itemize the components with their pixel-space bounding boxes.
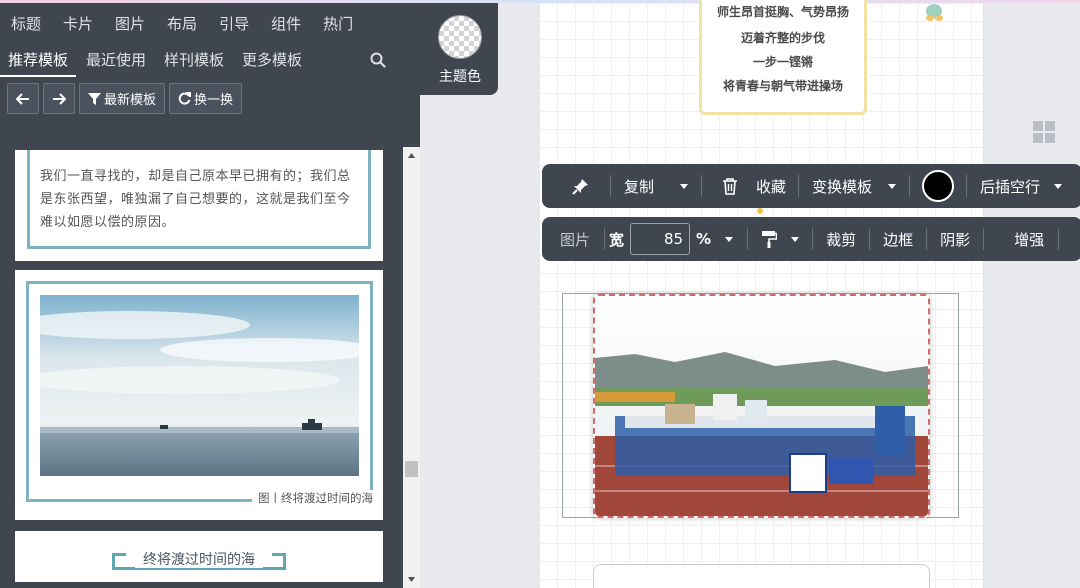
arrow-right-icon [53, 92, 66, 105]
tab-guide[interactable]: 引导 [208, 11, 260, 39]
pin-button[interactable] [542, 164, 610, 208]
image-label: 图片 [560, 230, 591, 249]
forward-button[interactable] [43, 83, 75, 114]
enhance-button[interactable]: 增强 [984, 217, 1058, 261]
crop-button[interactable]: 裁剪 [813, 217, 869, 261]
latest-templates-label: 最新模板 [104, 93, 157, 108]
shadow-label: 阴影 [940, 230, 971, 249]
template-list: 我们一直寻找的，却是自己原本早已拥有的；我们总是东张西望，唯独漏了自己想要的，这… [0, 150, 420, 588]
chevron-down-icon[interactable] [680, 183, 689, 189]
chevron-down-icon[interactable] [888, 183, 897, 189]
refresh-icon [178, 92, 192, 105]
paint-roller-icon [762, 231, 778, 248]
template-card-image[interactable]: 图丨终将渡过时间的海 [15, 270, 383, 520]
filter-icon [88, 92, 101, 105]
width-unit: % [696, 230, 712, 248]
scroll-down-arrow-icon[interactable] [403, 571, 420, 588]
width-label: 宽 [609, 230, 625, 249]
scroll-thumb[interactable] [405, 461, 418, 477]
title-card-text-wrap: 终将渡过时间的海 [15, 549, 383, 569]
image-label-wrap: 图片 [542, 217, 592, 261]
template-card-title[interactable]: 终将渡过时间的海 [15, 531, 383, 582]
tab-component[interactable]: 组件 [260, 11, 312, 39]
enhance-label: 增强 [1014, 230, 1045, 249]
separator [1058, 228, 1060, 250]
favorite-label: 收藏 [756, 177, 787, 196]
decor-dot [757, 208, 763, 214]
sub-tabs: 推荐模板 最近使用 样刊模板 更多模板 [0, 47, 312, 77]
copy-button[interactable]: 复制 [611, 164, 701, 208]
width-input[interactable] [630, 223, 691, 255]
border-label: 边框 [883, 230, 914, 249]
theme-color-control[interactable]: 主题色 [430, 15, 490, 86]
template-panel: 标题 卡片 图片 布局 引导 组件 热门 推荐模板 最近使用 样刊模板 更多模板… [0, 3, 498, 588]
template-text: 我们一直寻找的，却是自己原本早已拥有的；我们总是东张西望，唯独漏了自己想要的，这… [40, 169, 351, 230]
tab-recently-used[interactable]: 最近使用 [78, 47, 154, 77]
border-button[interactable]: 边框 [870, 217, 926, 261]
image-caption: 图丨终将渡过时间的海 [252, 490, 373, 506]
poem-line: 迈着齐整的步伐 [740, 31, 825, 45]
insert-after-label: 后插空行 [980, 177, 1041, 196]
shadow-button[interactable]: 阴影 [927, 217, 983, 261]
search-icon[interactable] [369, 51, 387, 69]
back-button[interactable] [7, 83, 39, 114]
tab-hot[interactable]: 热门 [312, 11, 364, 39]
width-control: 宽 % [605, 217, 734, 261]
poem-line: 将青春与朝气带进操场 [722, 79, 843, 93]
pin-icon [572, 179, 588, 195]
latest-templates-button[interactable]: 最新模板 [79, 83, 166, 114]
template-toolbar: 最新模板 换一换 [7, 83, 243, 114]
tab-title[interactable]: 标题 [0, 11, 52, 39]
editor-canvas[interactable]: 师生昂首挺胸、气势昂扬 迈着齐整的步伐 一步一铿锵 将青春与朝气带进操场 方阵 [538, 0, 984, 588]
theme-color-swatch[interactable] [438, 15, 482, 59]
copy-label: 复制 [624, 177, 655, 196]
selected-image[interactable] [593, 294, 930, 518]
delete-button[interactable] [702, 164, 748, 208]
format-painter-button[interactable] [748, 217, 812, 261]
switch-template-button[interactable]: 变换模板 [799, 164, 909, 208]
theme-color-label: 主题色 [439, 69, 481, 85]
block-toolbar: 复制 收藏 变换模板 后插空行 [542, 164, 1080, 208]
tab-more-templates[interactable]: 更多模板 [234, 47, 310, 77]
shuffle-button[interactable]: 换一换 [169, 83, 243, 114]
next-image-block[interactable] [593, 564, 930, 588]
chevron-down-icon[interactable] [791, 236, 800, 242]
current-color-swatch[interactable] [922, 170, 955, 202]
image-toolbar: 图片 宽 % 裁剪 边框 阴影 增强 [542, 217, 1080, 261]
scroll-up-arrow-icon[interactable] [403, 147, 420, 164]
mascot-sticker [926, 4, 943, 21]
template-card-text[interactable]: 我们一直寻找的，却是自己原本早已拥有的；我们总是东张西望，唯独漏了自己想要的，这… [15, 150, 383, 261]
panel-header: 标题 卡片 图片 布局 引导 组件 热门 推荐模板 最近使用 样刊模板 更多模板… [0, 3, 498, 95]
tab-image[interactable]: 图片 [104, 11, 156, 39]
poem-line: 一步一铿锵 [752, 55, 813, 69]
tab-sample-templates[interactable]: 样刊模板 [156, 47, 232, 77]
favorite-button[interactable]: 收藏 [748, 164, 798, 208]
chevron-down-icon[interactable] [725, 236, 734, 242]
tab-layout[interactable]: 布局 [156, 11, 208, 39]
insert-after-button[interactable]: 后插空行 [967, 164, 1075, 208]
crop-label: 裁剪 [826, 230, 857, 249]
poem-line: 师生昂首挺胸、气势昂扬 [716, 5, 849, 19]
title-card-text: 终将渡过时间的海 [135, 552, 263, 568]
template-list-scrollbar[interactable] [403, 147, 420, 588]
chevron-down-icon[interactable] [1054, 183, 1063, 189]
grid-layout-icon[interactable] [1033, 121, 1055, 143]
shuffle-label: 换一换 [194, 93, 234, 108]
main-tabs: 标题 卡片 图片 布局 引导 组件 热门 [0, 11, 364, 39]
trash-icon [723, 178, 738, 195]
arrow-left-icon [16, 92, 29, 105]
tab-card[interactable]: 卡片 [52, 11, 104, 39]
tab-recommended-templates[interactable]: 推荐模板 [0, 47, 77, 77]
poem-block[interactable]: 师生昂首挺胸、气势昂扬 迈着齐整的步伐 一步一铿锵 将青春与朝气带进操场 [699, 0, 867, 115]
sea-photo [40, 295, 359, 476]
switch-template-label: 变换模板 [812, 177, 873, 196]
color-picker[interactable] [910, 164, 966, 208]
